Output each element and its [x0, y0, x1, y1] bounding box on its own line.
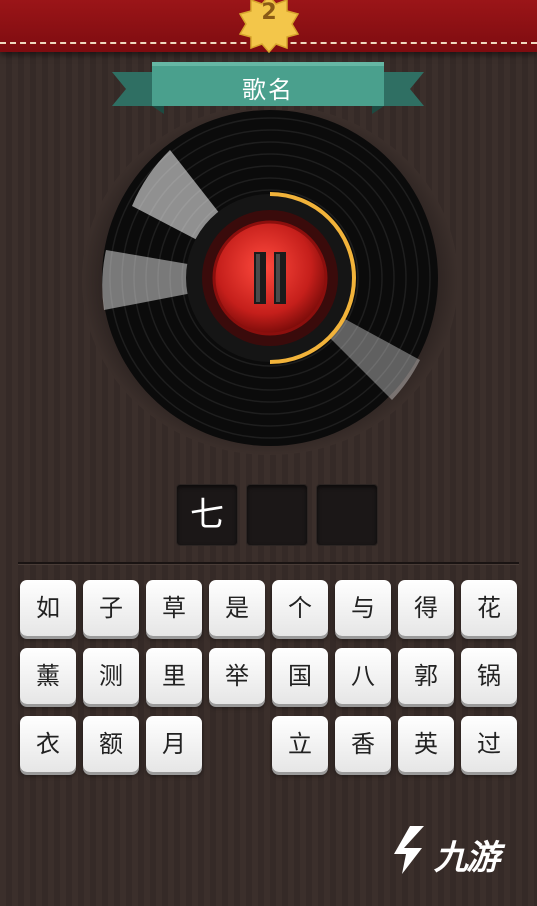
- char-key[interactable]: 测: [83, 648, 139, 704]
- watermark: 九游: [388, 820, 518, 880]
- char-key[interactable]: 如: [20, 580, 76, 636]
- char-key[interactable]: 月: [146, 716, 202, 772]
- char-key[interactable]: 举: [209, 648, 265, 704]
- answer-slot[interactable]: 七: [176, 484, 238, 546]
- pause-button[interactable]: [214, 222, 326, 334]
- jiuyou-logo-icon: [394, 826, 424, 874]
- char-key[interactable]: 子: [83, 580, 139, 636]
- answer-slots: 七: [176, 484, 378, 546]
- char-key[interactable]: 草: [146, 580, 202, 636]
- char-key[interactable]: 八: [335, 648, 391, 704]
- vinyl-record: [80, 105, 460, 460]
- char-key[interactable]: 花: [461, 580, 517, 636]
- char-key[interactable]: 国: [272, 648, 328, 704]
- char-key[interactable]: 个: [272, 580, 328, 636]
- char-key[interactable]: 是: [209, 580, 265, 636]
- char-key[interactable]: 得: [398, 580, 454, 636]
- char-key[interactable]: 衣: [20, 716, 76, 772]
- answer-slot[interactable]: [246, 484, 308, 546]
- answer-slot[interactable]: [316, 484, 378, 546]
- page-title: 歌名: [242, 76, 294, 104]
- watermark-text: 九游: [434, 838, 500, 878]
- char-key[interactable]: 香: [335, 716, 391, 772]
- level-badge: 2: [232, 0, 306, 54]
- char-key[interactable]: 过: [461, 716, 517, 772]
- char-key[interactable]: 立: [272, 716, 328, 772]
- char-key[interactable]: 英: [398, 716, 454, 772]
- char-key[interactable]: 郭: [398, 648, 454, 704]
- level-number: 2: [261, 0, 277, 25]
- divider: [18, 562, 519, 564]
- char-key[interactable]: 薰: [20, 648, 76, 704]
- title-ribbon: 歌名: [112, 58, 424, 118]
- pause-icon: [254, 252, 286, 304]
- char-key[interactable]: 锅: [461, 648, 517, 704]
- char-key[interactable]: 里: [146, 648, 202, 704]
- char-key[interactable]: 额: [83, 716, 139, 772]
- char-key[interactable]: 与: [335, 580, 391, 636]
